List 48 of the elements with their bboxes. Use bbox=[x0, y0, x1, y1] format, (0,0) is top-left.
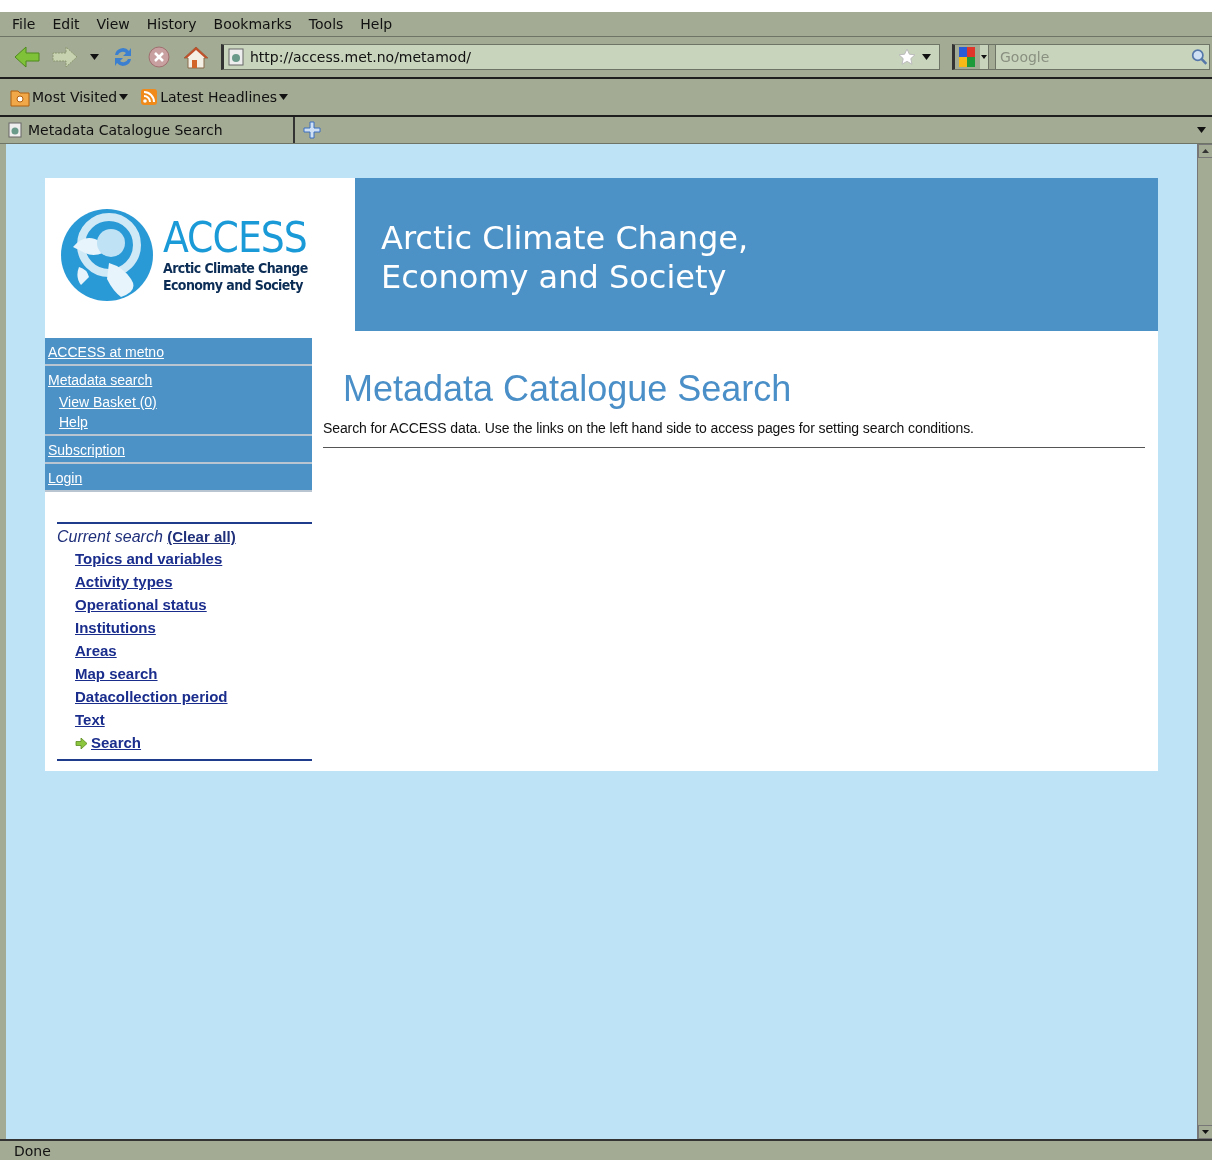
folder-icon bbox=[10, 87, 30, 107]
page-icon bbox=[228, 48, 244, 66]
scroll-down-icon[interactable] bbox=[1198, 1125, 1212, 1139]
menu-item[interactable]: Bookmarks bbox=[213, 16, 292, 32]
address-field[interactable]: http://access.met.no/metamod/ bbox=[221, 44, 940, 70]
current-search-label: Current search bbox=[57, 528, 163, 545]
caret-icon[interactable] bbox=[980, 44, 989, 70]
feed-icon bbox=[140, 88, 159, 106]
tab-list-caret-icon[interactable] bbox=[1197, 127, 1206, 133]
scroll-up-icon[interactable] bbox=[1198, 144, 1212, 158]
menu-item[interactable]: Edit bbox=[52, 16, 80, 32]
search-step-link[interactable]: Search bbox=[91, 733, 142, 753]
menu-item[interactable]: File bbox=[12, 16, 36, 32]
menu-item[interactable]: Help bbox=[360, 16, 393, 32]
scrollbar[interactable] bbox=[1197, 144, 1212, 1139]
caret-icon[interactable] bbox=[279, 94, 289, 100]
search-step-link[interactable]: Activity types bbox=[75, 572, 173, 592]
menu-item[interactable]: History bbox=[146, 16, 197, 32]
search-step-link[interactable]: Topics and variables bbox=[75, 549, 223, 569]
star-icon[interactable] bbox=[898, 48, 916, 66]
status-text: Done bbox=[14, 1142, 51, 1159]
caret-icon[interactable] bbox=[922, 54, 931, 60]
bookmark-menu[interactable]: Latest Headlines bbox=[160, 89, 278, 105]
menu-item[interactable]: View bbox=[96, 16, 130, 32]
search-step-link[interactable]: Operational status bbox=[75, 595, 207, 615]
search-field[interactable]: Google bbox=[996, 44, 1190, 70]
intro-text: Search for ACCESS data. Use the links on the left hand side to access pages for setting search conditions. bbox=[323, 420, 1145, 448]
logo-subtitle: Economy and Society bbox=[163, 276, 304, 294]
logo-name: ACCESS bbox=[163, 215, 308, 260]
search-step-link[interactable]: Areas bbox=[75, 641, 117, 661]
search-step-link[interactable]: Datacollection period bbox=[75, 687, 228, 707]
stop-icon[interactable] bbox=[147, 45, 171, 69]
search-step-link[interactable]: Institutions bbox=[75, 618, 156, 638]
logo-subtitle: Arctic Climate Change bbox=[163, 259, 308, 277]
home-icon[interactable] bbox=[183, 45, 209, 69]
clear-all-link[interactable]: (Clear all) bbox=[167, 528, 236, 545]
banner-title: Economy and Society bbox=[381, 257, 728, 297]
caret-icon[interactable] bbox=[119, 94, 129, 100]
bookmark-menu[interactable]: Most Visited bbox=[32, 89, 118, 105]
search-icon[interactable] bbox=[1190, 44, 1210, 70]
page-icon bbox=[8, 122, 22, 138]
search-step-link[interactable]: Map search bbox=[75, 664, 158, 684]
new-tab-icon[interactable] bbox=[303, 121, 321, 139]
menu-item[interactable]: Tools bbox=[308, 16, 344, 32]
search-step-link[interactable]: Text bbox=[75, 710, 105, 730]
banner-title: Arctic Climate Change, bbox=[381, 218, 750, 258]
page-title: Metadata Catalogue Search bbox=[343, 368, 793, 410]
history-caret-icon[interactable] bbox=[90, 54, 99, 60]
